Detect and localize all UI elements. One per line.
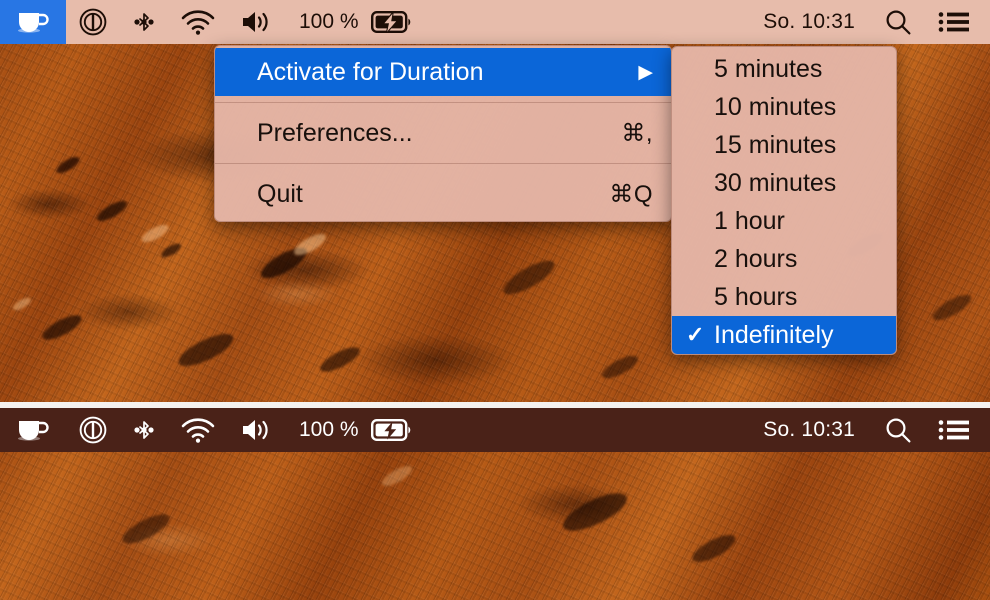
submenu-item-indefinitely[interactable]: ✓ Indefinitely	[672, 316, 896, 354]
bluetooth-icon	[133, 415, 155, 445]
search-icon	[884, 8, 912, 36]
power-icon	[79, 8, 107, 36]
menu-bar-bluetooth-button[interactable]	[120, 0, 168, 44]
volume-icon	[241, 417, 273, 443]
menu-bar-bottom-clock[interactable]: So. 10:31	[750, 408, 868, 452]
menu-bar-battery-percent[interactable]: 100 %	[286, 0, 365, 44]
submenu-item-30-minutes[interactable]: 30 minutes	[672, 164, 896, 202]
submenu-arrow-icon: ▶	[638, 61, 653, 83]
menu-bar-bottom-app-coffee-button[interactable]	[0, 408, 66, 452]
volume-icon	[241, 9, 273, 35]
menu-separator	[215, 163, 671, 164]
menu-bar-bottom-volume-button[interactable]	[228, 408, 286, 452]
list-menu-icon	[938, 10, 970, 34]
menu-bar-bottom-notification-center-button[interactable]	[928, 408, 990, 452]
menu-bar-power-button[interactable]	[66, 0, 120, 44]
menu-bar-top-left-group: 100 %	[0, 0, 426, 44]
menu-bar-app-coffee-button[interactable]	[0, 0, 66, 44]
submenu-item-label: 5 hours	[714, 282, 798, 311]
submenu-activate-for-duration: 5 minutes 10 minutes 15 minutes 30 minut…	[671, 46, 897, 355]
submenu-item-label: Indefinitely	[714, 320, 834, 349]
wifi-icon	[181, 9, 215, 35]
menu-bar-notification-center-button[interactable]	[928, 0, 990, 44]
submenu-item-label: 15 minutes	[714, 130, 837, 159]
menu-bar-bottom-wifi-button[interactable]	[168, 408, 228, 452]
submenu-item-label: 30 minutes	[714, 168, 837, 197]
wifi-icon	[181, 417, 215, 443]
menu-bar-volume-button[interactable]	[228, 0, 286, 44]
menu-bar-bottom-bluetooth-button[interactable]	[120, 408, 168, 452]
menu-bar-top-right-group: So. 10:31	[750, 0, 990, 44]
menu-bar-spotlight-button[interactable]	[868, 0, 928, 44]
search-icon	[884, 416, 912, 444]
menu-bar-bottom-spotlight-button[interactable]	[868, 408, 928, 452]
menu-item-shortcut: ⌘,	[621, 119, 653, 147]
menu-bar-wifi-button[interactable]	[168, 0, 228, 44]
menu-bar-bottom-battery-button[interactable]	[365, 408, 426, 452]
menu-item-activate-for-duration[interactable]: Activate for Duration ▶	[215, 48, 671, 96]
submenu-item-5-minutes[interactable]: 5 minutes	[672, 50, 896, 88]
submenu-item-15-minutes[interactable]: 15 minutes	[672, 126, 896, 164]
menu-bar-battery-button[interactable]	[365, 0, 426, 44]
menu-bar-bottom-left-group: 100 %	[0, 408, 426, 452]
dropdown-menu-main: Activate for Duration ▶ Preferences... ⌘…	[214, 45, 672, 222]
bluetooth-icon	[133, 7, 155, 37]
power-icon	[79, 416, 107, 444]
coffee-cup-icon	[16, 417, 50, 443]
menu-bar-bottom-right-group: So. 10:31	[750, 408, 990, 452]
menu-bar-bottom: 100 % So. 10:31	[0, 408, 990, 452]
list-menu-icon	[938, 418, 970, 442]
menu-bar-top: 100 % So. 10:31	[0, 0, 990, 44]
checkmark-icon: ✓	[686, 322, 705, 347]
menu-item-quit[interactable]: Quit ⌘Q	[215, 170, 671, 218]
battery-charging-icon	[370, 10, 413, 34]
battery-charging-icon	[370, 418, 413, 442]
menu-bar-clock[interactable]: So. 10:31	[750, 0, 868, 44]
menu-bar-bottom-power-button[interactable]	[66, 408, 120, 452]
submenu-item-label: 2 hours	[714, 244, 798, 273]
menu-item-preferences[interactable]: Preferences... ⌘,	[215, 109, 671, 157]
submenu-item-2-hours[interactable]: 2 hours	[672, 240, 896, 278]
submenu-item-label: 10 minutes	[714, 92, 837, 121]
submenu-item-1-hour[interactable]: 1 hour	[672, 202, 896, 240]
menu-item-label: Activate for Duration	[257, 57, 484, 86]
menu-item-shortcut: ⌘Q	[609, 180, 653, 208]
coffee-cup-icon	[16, 9, 50, 35]
submenu-item-10-minutes[interactable]: 10 minutes	[672, 88, 896, 126]
submenu-item-5-hours[interactable]: 5 hours	[672, 278, 896, 316]
submenu-item-label: 1 hour	[714, 206, 785, 235]
submenu-item-label: 5 minutes	[714, 54, 823, 83]
menu-item-label: Quit	[257, 179, 303, 208]
menu-separator	[215, 102, 671, 103]
menu-bar-bottom-battery-percent[interactable]: 100 %	[286, 408, 365, 452]
menu-item-label: Preferences...	[257, 118, 413, 147]
